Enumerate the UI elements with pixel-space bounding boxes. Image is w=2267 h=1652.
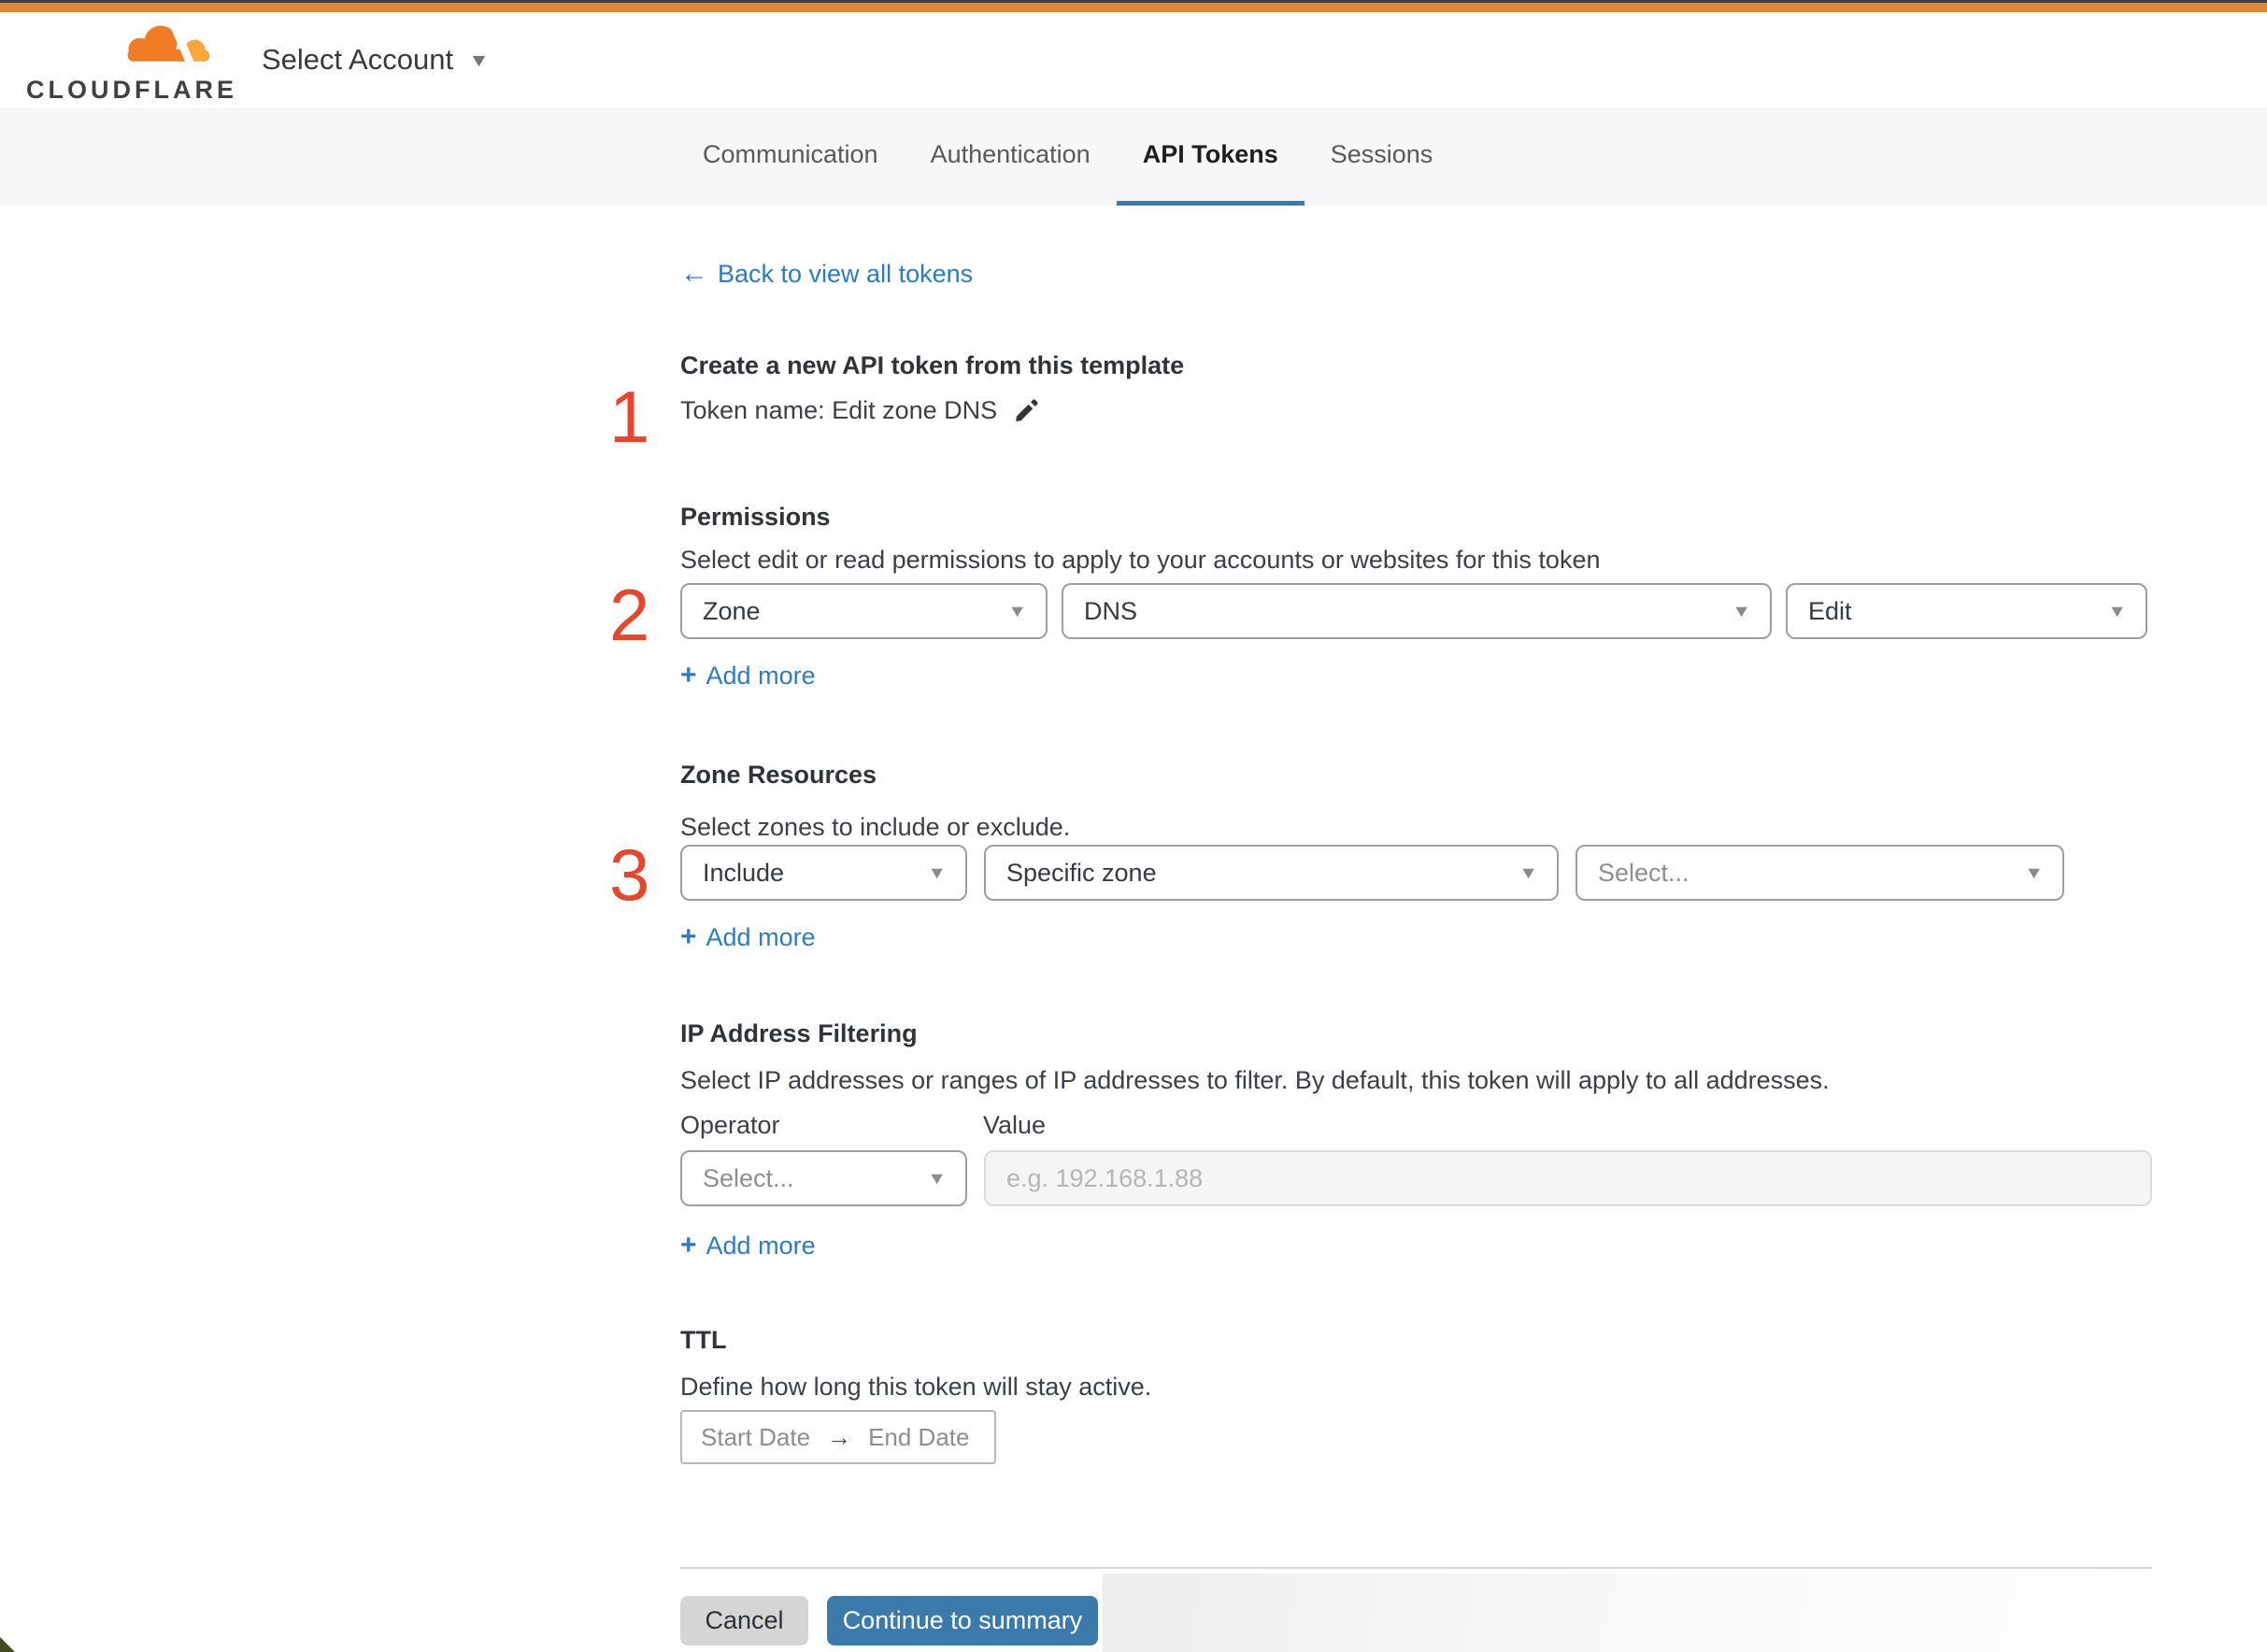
ip-filtering-labels: Operator Value: [680, 1111, 2152, 1140]
add-more-label: Add more: [706, 661, 816, 690]
zone-mode-value: Include: [703, 858, 785, 887]
chevron-down-icon: ▼: [1007, 602, 1027, 620]
ip-filtering-description: Select IP addresses or ranges of IP addr…: [680, 1066, 1830, 1094]
permissions-row: Zone ▼ DNS ▼ Edit ▼: [680, 583, 2152, 639]
value-label: Value: [983, 1111, 1047, 1139]
zone-mode-select[interactable]: Include ▼: [680, 845, 967, 901]
end-date-placeholder: End Date: [868, 1422, 970, 1451]
step-number-1: 1: [609, 376, 650, 458]
zone-picker-select[interactable]: Select... ▼: [1575, 845, 2064, 901]
back-link-label: Back to view all tokens: [718, 259, 974, 288]
permission-scope-value: Zone: [703, 596, 761, 625]
operator-label: Operator: [680, 1111, 780, 1139]
step-number-3: 3: [609, 833, 650, 916]
permission-service-value: DNS: [1084, 596, 1138, 625]
edit-pencil-icon[interactable]: [1012, 397, 1040, 425]
tab-bar: Communication Authentication API Tokens …: [0, 107, 2267, 206]
chevron-down-icon: ▼: [2107, 602, 2127, 620]
zone-resources-heading: Zone Resources: [680, 761, 877, 789]
tab-sessions[interactable]: Sessions: [1305, 107, 1460, 206]
back-arrow-icon: ←: [680, 258, 708, 289]
chevron-down-icon: ▼: [468, 49, 490, 70]
zone-resources-row: Include ▼ Specific zone ▼ Select... ▼: [680, 845, 2064, 901]
zone-resources-add-more-button[interactable]: + Add more: [680, 921, 816, 953]
chevron-down-icon: ▼: [2024, 863, 2044, 882]
chevron-down-icon: ▼: [927, 863, 947, 882]
footer-actions: Cancel Continue to summary: [680, 1596, 1098, 1645]
cancel-button[interactable]: Cancel: [680, 1596, 808, 1645]
permission-scope-select[interactable]: Zone ▼: [680, 583, 1048, 639]
continue-to-summary-button[interactable]: Continue to summary: [827, 1596, 1098, 1645]
plus-icon: +: [680, 660, 697, 691]
ttl-description: Define how long this token will stay act…: [680, 1373, 1152, 1401]
account-selector-label: Select Account: [262, 43, 454, 76]
step-number-2: 2: [609, 574, 650, 656]
ip-filtering-row: Select... ▼: [680, 1150, 2152, 1206]
ip-value-input[interactable]: [984, 1150, 2152, 1206]
zone-type-value: Specific zone: [1006, 858, 1157, 887]
ip-filtering-heading: IP Address Filtering: [680, 1019, 918, 1047]
chevron-down-icon: ▼: [927, 1169, 947, 1188]
ttl-heading: TTL: [680, 1326, 727, 1354]
token-name-row: Token name: Edit zone DNS: [680, 396, 1040, 425]
plus-icon: +: [680, 921, 697, 952]
start-date-placeholder: Start Date: [701, 1422, 811, 1451]
ip-filtering-add-more-button[interactable]: + Add more: [680, 1230, 816, 1261]
cloudflare-logo[interactable]: CLOUDFLARE: [26, 20, 234, 106]
top-accent-bar: [0, 3, 2267, 12]
tab-communication[interactable]: Communication: [677, 107, 905, 206]
header: CLOUDFLARE Select Account ▼: [0, 12, 2267, 107]
plus-icon: +: [680, 1230, 697, 1260]
zone-resources-description: Select zones to include or exclude.: [680, 813, 1071, 841]
back-link[interactable]: ← Back to view all tokens: [680, 258, 973, 290]
tab-api-tokens[interactable]: API Tokens: [1116, 107, 1305, 206]
main-content: ← Back to view all tokens 1 Create a new…: [609, 206, 2152, 1652]
decorative-leaf-corner: [0, 1637, 15, 1652]
account-selector[interactable]: Select Account ▼: [262, 12, 490, 107]
add-more-label: Add more: [706, 1231, 816, 1260]
permission-access-select[interactable]: Edit ▼: [1786, 583, 2147, 639]
zone-type-select[interactable]: Specific zone ▼: [984, 845, 1559, 901]
create-token-heading: Create a new API token from this templat…: [680, 351, 1185, 379]
footer-divider: [680, 1567, 2152, 1569]
cloudflare-wordmark: CLOUDFLARE: [26, 76, 237, 104]
ip-operator-placeholder: Select...: [703, 1163, 794, 1192]
chevron-down-icon: ▼: [1732, 602, 1751, 620]
permission-access-value: Edit: [1808, 596, 1852, 625]
background-gradient: [1103, 1574, 2267, 1652]
cloudflare-cloud-icon: [127, 24, 210, 62]
zone-picker-placeholder: Select...: [1598, 858, 1690, 887]
permissions-add-more-button[interactable]: + Add more: [680, 660, 816, 691]
chevron-down-icon: ▼: [1518, 863, 1538, 882]
date-range-picker[interactable]: Start Date → End Date: [680, 1410, 996, 1464]
token-name-label: Token name: Edit zone DNS: [680, 396, 998, 424]
add-more-label: Add more: [706, 922, 816, 951]
permissions-heading: Permissions: [680, 503, 831, 531]
ip-operator-select[interactable]: Select... ▼: [680, 1150, 967, 1206]
tab-authentication[interactable]: Authentication: [905, 107, 1117, 206]
right-arrow-icon: →: [827, 1422, 852, 1451]
permissions-description: Select edit or read permissions to apply…: [680, 546, 1601, 574]
permission-service-select[interactable]: DNS ▼: [1062, 583, 1772, 639]
